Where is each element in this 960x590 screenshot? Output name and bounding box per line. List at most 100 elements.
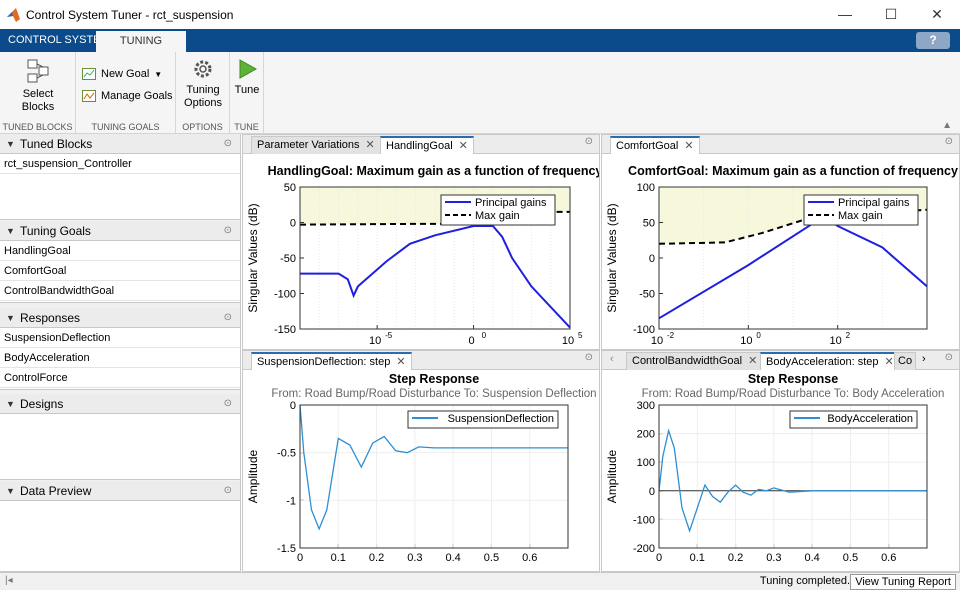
collapse-ribbon-icon[interactable]: ▲ [942, 120, 952, 131]
options-icon[interactable]: ⊙ [585, 352, 593, 363]
collapse-triangle-icon: ▼ [6, 486, 15, 496]
x-tick-label: 0.3 [407, 552, 422, 564]
tab-label: ComfortGoal [616, 140, 679, 152]
y-tick-label: 0 [290, 218, 296, 230]
x-tick-label: 10 [369, 335, 381, 347]
options-icon[interactable]: ⊙ [224, 394, 232, 414]
view-tuning-report-button[interactable]: View Tuning Report [850, 574, 956, 590]
responses-header[interactable]: ▼ Responses ⊙ [0, 308, 240, 328]
legend-label: SuspensionDeflection [448, 413, 554, 425]
y-tick-label: 200 [637, 429, 655, 441]
collapse-triangle-icon: ▼ [6, 226, 15, 236]
tab-label: Co [898, 355, 913, 367]
x-tick-exponent: 0 [756, 331, 761, 340]
tuning-goals-list: HandlingGoal ComfortGoal ControlBandwidt… [0, 241, 240, 303]
designs-header[interactable]: ▼ Designs ⊙ [0, 394, 240, 414]
list-item[interactable]: rct_suspension_Controller [0, 154, 240, 174]
tuned-blocks-list: rct_suspension_Controller [0, 154, 240, 220]
close-tab-icon[interactable]: ✕ [748, 355, 757, 367]
options-icon[interactable]: ⊙ [224, 134, 232, 154]
options-icon[interactable]: ⊙ [224, 308, 232, 328]
list-item[interactable]: ComfortGoal [0, 261, 240, 281]
group-tuning-goals: New Goal ▼ Manage Goals TUNING GOALS [76, 52, 176, 134]
play-icon [239, 59, 258, 79]
maximize-button[interactable]: ☐ [868, 0, 914, 29]
tab-tuning[interactable]: TUNING [96, 31, 186, 52]
comfort-goal-plot[interactable]: ComfortGoal: Maximum gain as a function … [602, 155, 959, 349]
dropdown-arrow-icon: ▼ [154, 69, 163, 79]
chart-title: Step Response [389, 372, 479, 386]
options-icon[interactable]: ⊙ [945, 352, 953, 363]
y-tick-label: -50 [639, 289, 655, 301]
responses-list: SuspensionDeflection BodyAcceleration Co… [0, 328, 240, 390]
collapse-panel-icon[interactable]: |◂ [5, 575, 13, 586]
options-icon[interactable]: ⊙ [224, 221, 232, 241]
y-tick-label: 0 [290, 400, 296, 412]
legend-label: BodyAcceleration [827, 413, 913, 425]
minimize-button[interactable]: — [822, 0, 868, 29]
x-tick-label: 0.2 [369, 552, 384, 564]
options-icon[interactable]: ⊙ [585, 136, 593, 147]
gear-icon [194, 60, 212, 78]
scroll-right-icon[interactable]: › [922, 353, 926, 365]
suspension-step-plot[interactable]: Step Response From: Road Bump/Road Distur… [243, 371, 599, 571]
chart-subtitle: From: Road Bump/Road Disturbance To: Sus… [271, 388, 596, 400]
new-goal-button[interactable]: New Goal ▼ [82, 68, 162, 80]
close-tab-icon[interactable]: ✕ [885, 356, 894, 368]
chart-svg: Step Response From: Road Bump/Road Distur… [605, 372, 945, 564]
tab-suspension-step[interactable]: SuspensionDeflection: step ✕ [251, 352, 412, 370]
select-blocks-button[interactable]: Select Blocks [8, 58, 68, 114]
close-tab-icon[interactable]: ✕ [459, 140, 468, 152]
tab-comfort-goal[interactable]: ComfortGoal ✕ [610, 136, 700, 154]
list-item[interactable]: HandlingGoal [0, 241, 240, 261]
y-tick-label: 50 [284, 182, 296, 194]
tune-button[interactable]: Tune [231, 58, 263, 97]
group-tune: Tune TUNE [230, 52, 264, 134]
x-tick-label: 10 [651, 335, 663, 347]
tab-handling-goal[interactable]: HandlingGoal ✕ [380, 136, 474, 154]
handling-goal-plot[interactable]: HandlingGoal: Maximum gain as a function… [243, 155, 599, 349]
tuning-options-button[interactable]: Tuning Options [178, 58, 228, 110]
collapse-triangle-icon: ▼ [6, 313, 15, 323]
chart-title: ComfortGoal: Maximum gain as a function … [628, 164, 958, 178]
doc-tabs: ‹ ControlBandwidthGoal ✕ BodyAcceleration… [602, 351, 959, 370]
x-tick-label: 0.5 [484, 552, 499, 564]
tab-body-step[interactable]: BodyAcceleration: step ✕ [760, 352, 900, 370]
close-tab-icon[interactable]: ✕ [684, 140, 693, 152]
y-tick-label: -100 [274, 289, 296, 301]
tune-label: Tune [234, 84, 260, 96]
body-step-plot[interactable]: Step Response From: Road Bump/Road Distur… [602, 371, 959, 571]
tab-parameter-variations[interactable]: Parameter Variations ✕ [251, 136, 381, 154]
list-item[interactable]: SuspensionDeflection [0, 328, 240, 348]
chart-title: HandlingGoal: Maximum gain as a function… [268, 164, 599, 178]
list-item[interactable]: ControlBandwidthGoal [0, 281, 240, 301]
manage-goals-button[interactable]: Manage Goals [82, 90, 173, 102]
tuning-goals-header[interactable]: ▼ Tuning Goals ⊙ [0, 221, 240, 241]
y-tick-label: 0 [649, 253, 655, 265]
tab-truncated[interactable]: Co [894, 352, 916, 370]
scroll-left-icon[interactable]: ‹ [610, 353, 614, 365]
tab-control-bandwidth-goal[interactable]: ControlBandwidthGoal ✕ [626, 352, 764, 370]
chart-title: Step Response [748, 372, 838, 386]
tune-group-label: TUNE [234, 122, 259, 132]
chart-svg: ComfortGoal: Maximum gain as a function … [605, 164, 958, 347]
options-icon[interactable]: ⊙ [945, 136, 953, 147]
x-tick-label: 10 [562, 335, 574, 347]
list-item[interactable]: ControlForce [0, 368, 240, 388]
list-item[interactable]: BodyAcceleration [0, 348, 240, 368]
close-tab-icon[interactable]: ✕ [396, 356, 405, 368]
close-button[interactable]: ✕ [914, 0, 960, 29]
options-icon[interactable]: ⊙ [224, 481, 232, 501]
tuned-blocks-header[interactable]: ▼ Tuned Blocks ⊙ [0, 134, 240, 154]
tuning-goals-group-label: TUNING GOALS [91, 122, 160, 132]
help-button[interactable]: ? [916, 32, 950, 49]
tuning-goals-title: Tuning Goals [20, 224, 91, 238]
legend-label: Max gain [838, 210, 883, 222]
chart-subtitle: From: Road Bump/Road Disturbance To: Bod… [642, 388, 945, 400]
collapse-triangle-icon: ▼ [6, 139, 15, 149]
tab-label: SuspensionDeflection: step [257, 356, 391, 368]
x-tick-label: 0.3 [766, 552, 781, 564]
data-preview-header[interactable]: ▼ Data Preview ⊙ [0, 481, 240, 501]
close-tab-icon[interactable]: ✕ [366, 139, 375, 151]
y-tick-label: 300 [637, 400, 655, 412]
